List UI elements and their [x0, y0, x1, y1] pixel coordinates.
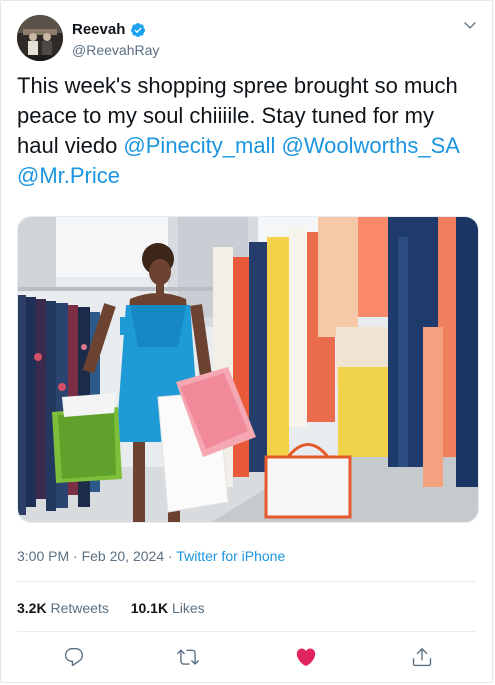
mention-link-mrprice[interactable]: @Mr.Price	[17, 163, 120, 188]
divider	[17, 631, 476, 632]
verified-badge-icon	[130, 22, 146, 38]
mention-link-woolworths[interactable]: @Woolworths_SA	[281, 133, 458, 158]
likes-stat[interactable]: 10.1K Likes	[131, 600, 205, 616]
likes-label: Likes	[171, 600, 205, 616]
tweet-text: This week's shopping spree brought so mu…	[17, 71, 479, 191]
handle-text: ReevahRay	[86, 42, 160, 58]
meta-separator: ·	[69, 548, 82, 564]
retweets-stat[interactable]: 3.2K Retweets	[17, 600, 109, 616]
retweets-label: Retweets	[50, 600, 109, 616]
tweet-card: Reevah @ReevahRay This week's shopping s…	[0, 0, 493, 683]
meta-separator: ·	[164, 548, 177, 564]
tweet-stats: 3.2K Retweets 10.1K Likes	[17, 600, 223, 616]
chevron-down-icon[interactable]	[462, 17, 478, 33]
handle[interactable]: @ReevahRay	[72, 42, 159, 58]
display-name[interactable]: Reevah	[72, 21, 125, 38]
tweet-date[interactable]: Feb 20, 2024	[82, 548, 165, 564]
heart-icon[interactable]	[295, 646, 317, 668]
divider	[17, 581, 476, 582]
user-names: Reevah @ReevahRay	[72, 21, 159, 58]
avatar[interactable]	[17, 15, 63, 61]
retweets-count: 3.2K	[17, 600, 47, 616]
mention-link-pinecity[interactable]: @Pinecity_mall	[123, 133, 275, 158]
tweet-source-link[interactable]: Twitter for iPhone	[176, 548, 285, 564]
tweet-photo[interactable]	[17, 216, 479, 523]
likes-count: 10.1K	[130, 600, 169, 616]
tweet-header: Reevah @ReevahRay	[17, 15, 476, 63]
display-name-row: Reevah	[72, 21, 159, 38]
share-icon[interactable]	[411, 646, 433, 668]
reply-icon[interactable]	[63, 646, 85, 668]
tweet-meta: 3:00 PM · Feb 20, 2024 · Twitter for iPh…	[17, 548, 285, 564]
tweet-actions	[1, 646, 494, 670]
tweet-time[interactable]: 3:00 PM	[17, 548, 69, 564]
retweet-icon[interactable]	[177, 646, 199, 668]
